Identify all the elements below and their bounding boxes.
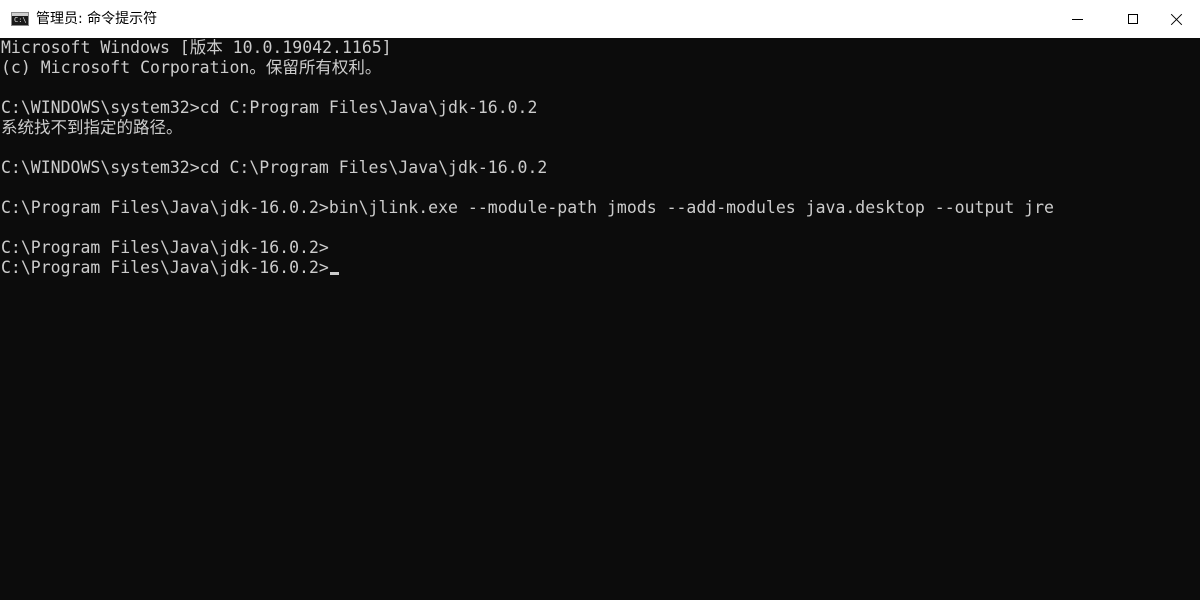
title-bar[interactable]: C:\ 管理员: 命令提示符 bbox=[0, 0, 1200, 38]
cmd-icon[interactable]: C:\ bbox=[11, 12, 29, 26]
prompt-text: C:\Program Files\Java\jdk-16.0.2> bbox=[1, 258, 329, 277]
console-line: C:\WINDOWS\system32>cd C:Program Files\J… bbox=[1, 98, 538, 117]
minimize-icon bbox=[1071, 18, 1083, 20]
console-output[interactable]: Microsoft Windows [版本 10.0.19042.1165] (… bbox=[0, 38, 1200, 600]
command-prompt-window[interactable]: C:\ 管理员: 命令提示符 Microsoft Windows [版本 10.… bbox=[0, 0, 1200, 600]
window-title: 管理员: 命令提示符 bbox=[36, 11, 158, 27]
console-line: C:\Program Files\Java\jdk-16.0.2>bin\jli… bbox=[1, 198, 1054, 217]
console-line: 系统找不到指定的路径。 bbox=[1, 118, 183, 137]
console-line: Microsoft Windows [版本 10.0.19042.1165] bbox=[1, 38, 392, 57]
maximize-icon bbox=[1128, 14, 1138, 24]
maximize-button[interactable] bbox=[1110, 0, 1156, 38]
console-line: C:\WINDOWS\system32>cd C:\Program Files\… bbox=[1, 158, 548, 177]
console-line: C:\Program Files\Java\jdk-16.0.2> bbox=[1, 238, 329, 257]
console-line: (c) Microsoft Corporation。保留所有权利。 bbox=[1, 58, 382, 77]
text-cursor bbox=[329, 272, 339, 275]
console-prompt-line[interactable]: C:\Program Files\Java\jdk-16.0.2> bbox=[1, 258, 339, 278]
minimize-button[interactable] bbox=[1054, 0, 1100, 38]
close-icon bbox=[1171, 13, 1183, 25]
close-button[interactable] bbox=[1154, 0, 1200, 38]
